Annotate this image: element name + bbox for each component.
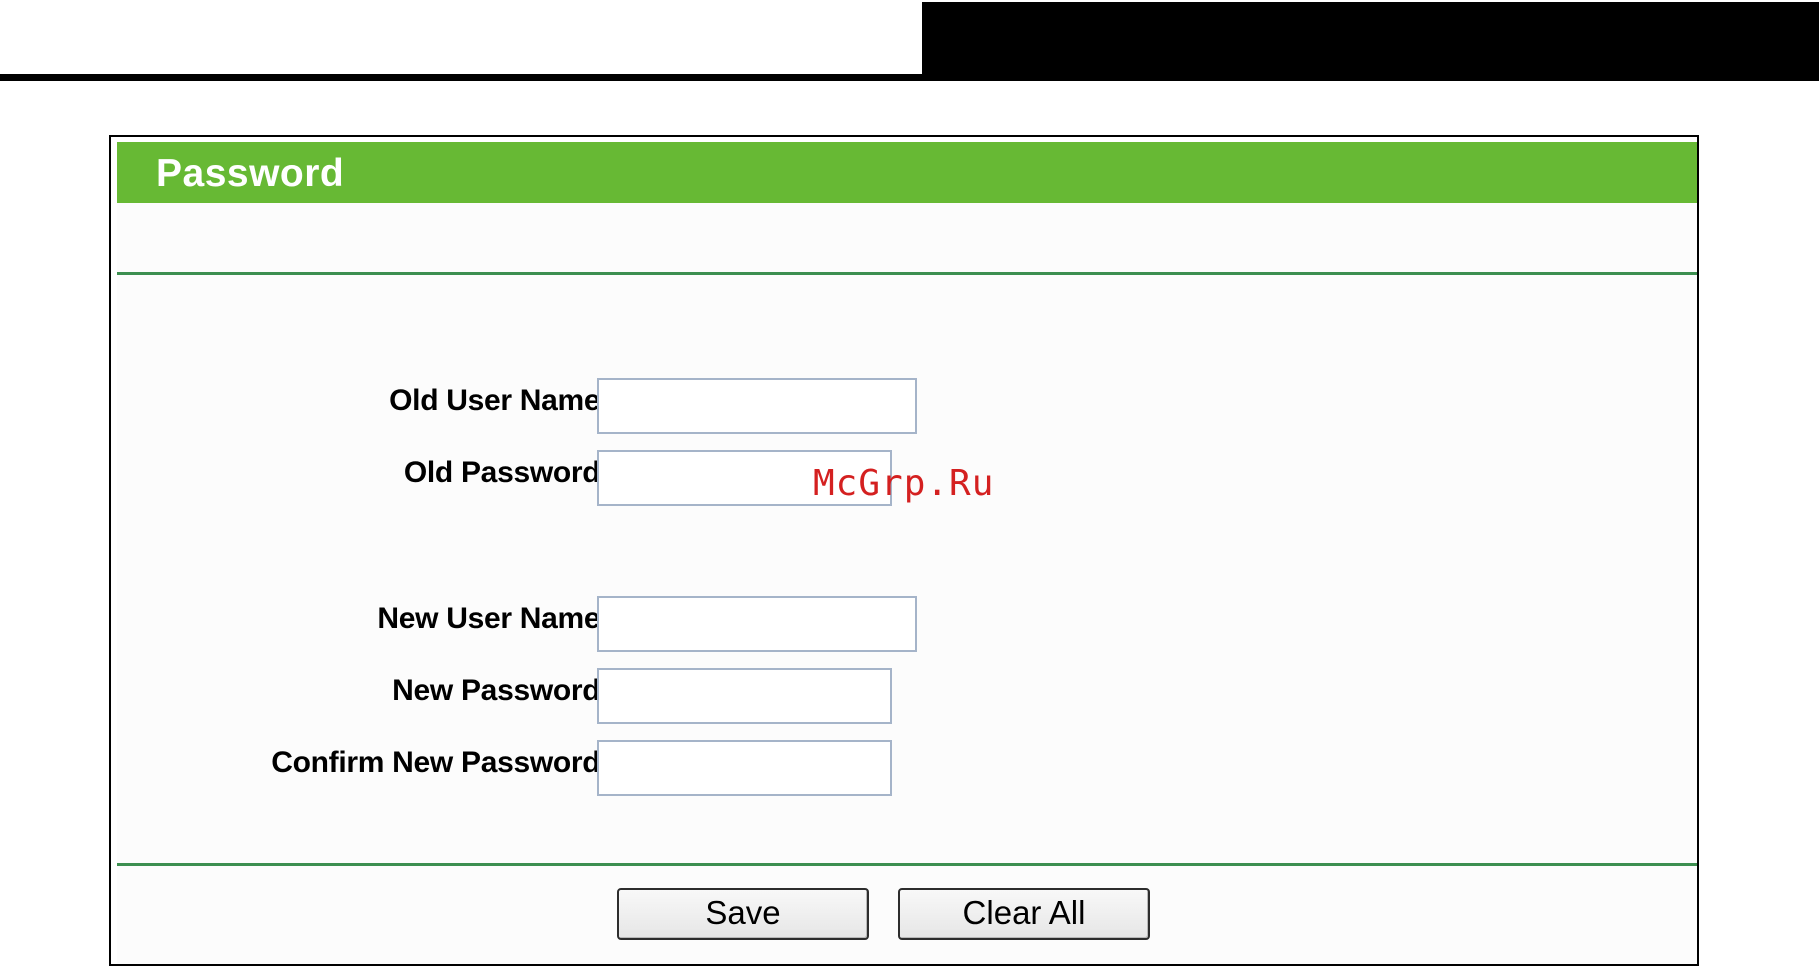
new-user-name-label: New User Name: [377,602,610,635]
old-user-name-label: Old User Name: [389,384,610,417]
page: Password Old User Name: Old Password: Ne… [0,0,1819,966]
old-user-name-input[interactable] [597,378,917,434]
new-password-input[interactable] [597,668,892,724]
password-panel: Password Old User Name: Old Password: Ne… [109,135,1699,966]
new-password-label: New Password: [392,674,610,707]
header-thin-line [922,0,1819,2]
save-button[interactable]: Save [617,888,869,940]
watermark-text: McGrp.Ru [813,463,995,504]
panel-title: Password [156,152,345,195]
header-rule [0,74,1819,81]
confirm-new-password-input[interactable] [597,740,892,796]
header-black-block [922,0,1819,74]
panel-body: Password Old User Name: Old Password: Ne… [117,142,1697,964]
clear-all-button[interactable]: Clear All [898,888,1150,940]
old-password-label: Old Password: [403,456,610,489]
new-user-name-input[interactable] [597,596,917,652]
confirm-new-password-label: Confirm New Password: [271,746,610,779]
panel-title-bar: Password [117,142,1697,203]
top-divider [117,272,1697,275]
bottom-divider [117,863,1697,866]
